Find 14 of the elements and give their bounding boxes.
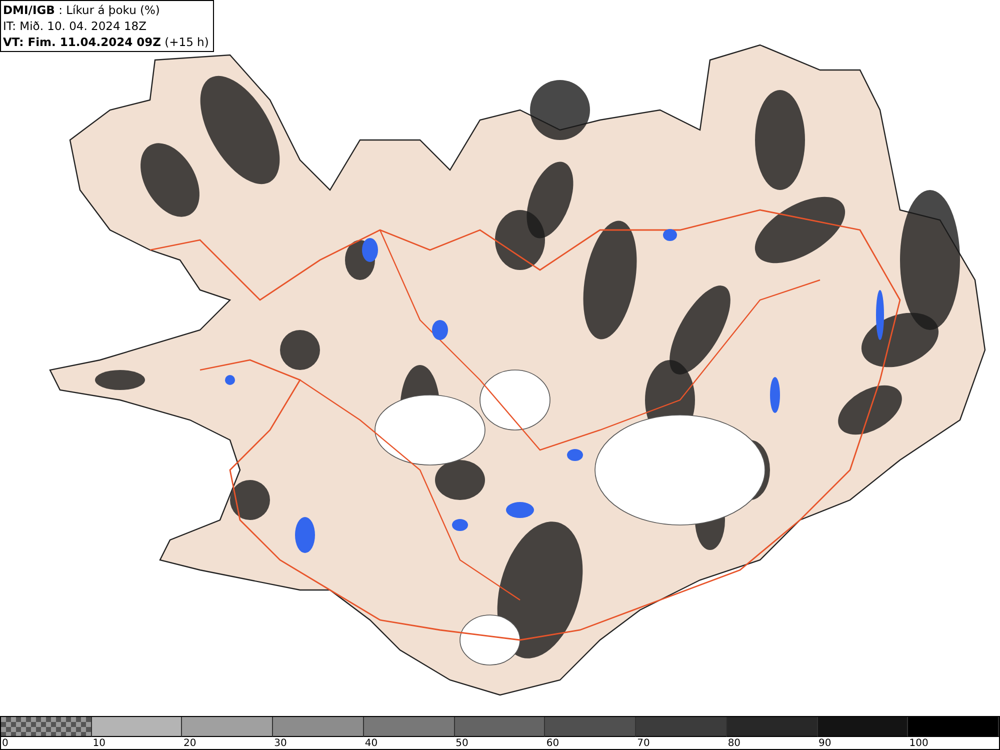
scale-label: 0 <box>1 737 8 750</box>
scale-label: 10 <box>92 737 106 750</box>
scale-label: 70 <box>636 737 650 750</box>
info-line: IT: Mið. 10. 04. 2024 18Z <box>3 18 148 34</box>
scale-label: 30 <box>273 737 287 750</box>
scale-label: 80 <box>726 737 741 750</box>
scale-label: 50 <box>454 737 468 750</box>
scale-label: 20 <box>182 737 196 750</box>
scale-label: 90 <box>818 737 832 750</box>
scale-label: 60 <box>545 737 560 750</box>
info-line: VT: Fim. 11.04.2024 09Z (+15 h) <box>3 34 209 50</box>
info-line: DMI/IGB : Líkur á þoku (%) <box>3 2 161 18</box>
scale-label: 40 <box>364 737 378 750</box>
scale-label: 100 <box>908 737 928 750</box>
